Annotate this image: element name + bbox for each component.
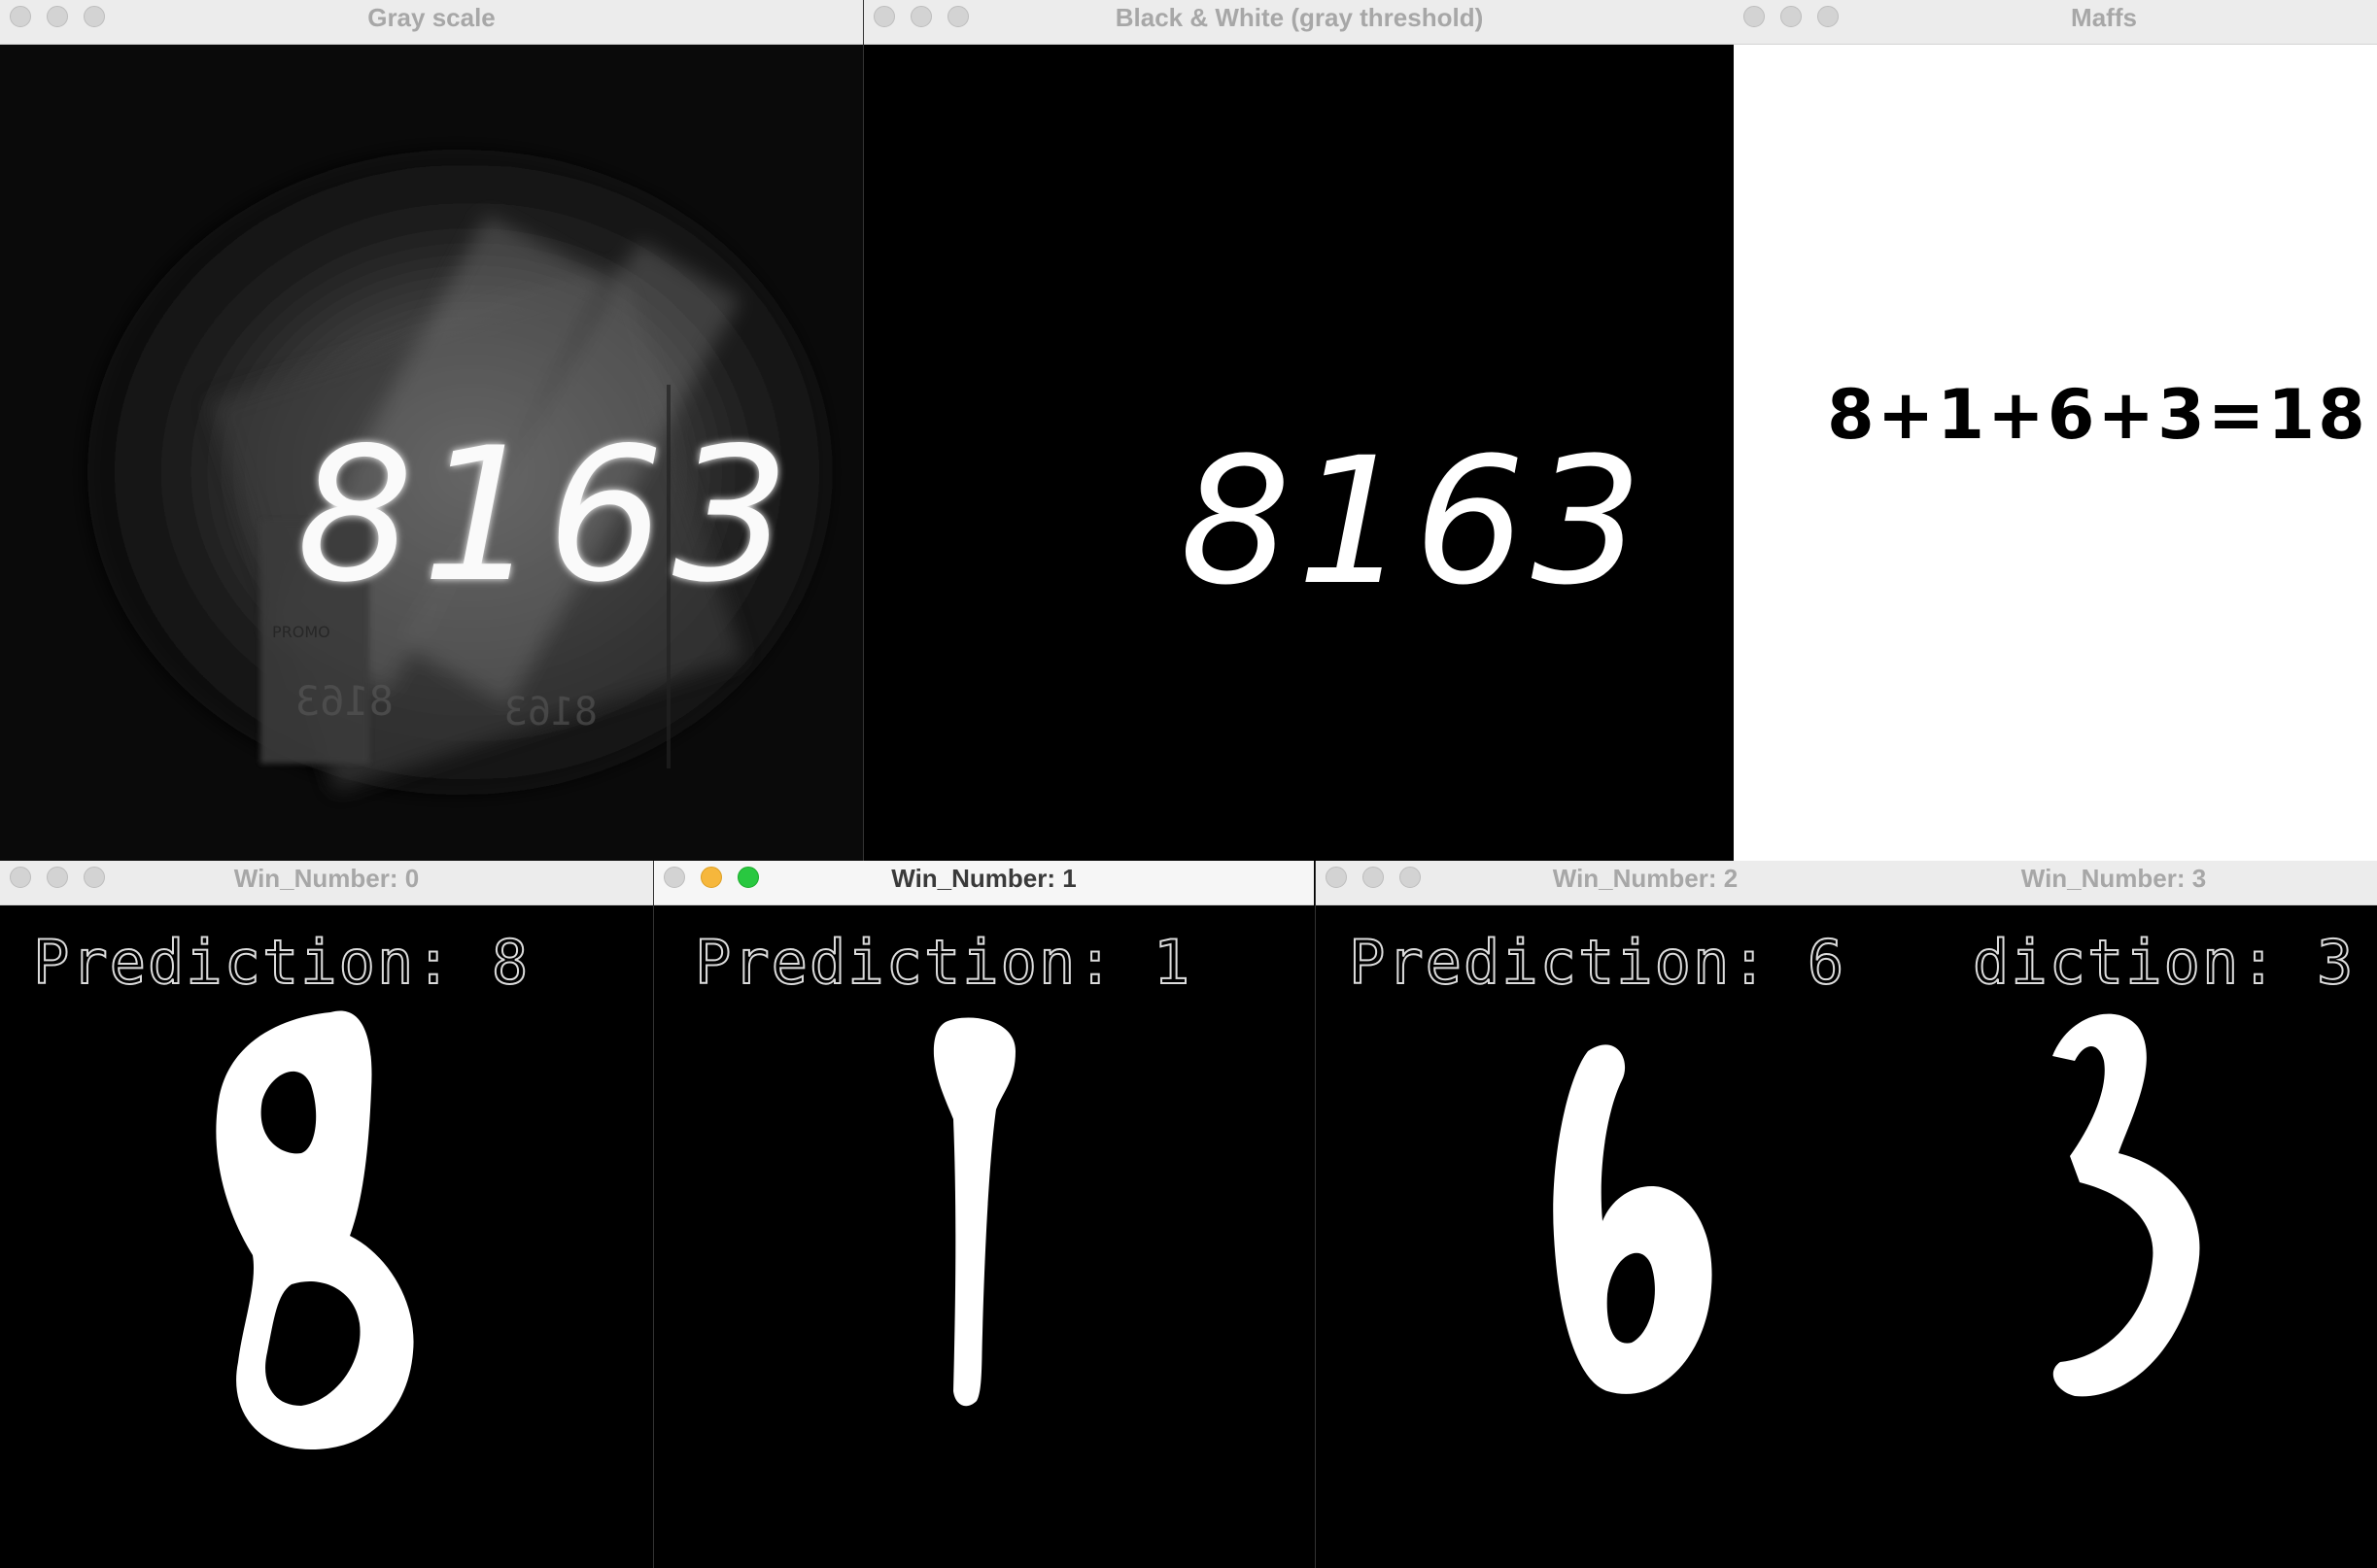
- window-title: Black & White (gray threshold): [1115, 3, 1484, 32]
- window-title: Win_Number: 0: [233, 864, 420, 893]
- digit-canvas: Prediction: 8: [0, 905, 653, 1568]
- gray-scale-image: PROMO 8163 8163 8163: [0, 45, 863, 861]
- titlebar[interactable]: Win_Number: 2: [1316, 861, 1975, 905]
- window-title: Gray scale: [367, 3, 496, 32]
- titlebar[interactable]: Win_Number: 1: [654, 861, 1314, 905]
- digit-8-shape: [216, 1010, 414, 1449]
- window-title: Maffs: [2071, 3, 2137, 32]
- titlebar[interactable]: Win_Number: 0: [0, 861, 653, 905]
- label-text: PROMO: [272, 623, 330, 641]
- titlebar[interactable]: Black & White (gray threshold): [864, 0, 1735, 45]
- window-win-number-1: Win_Number: 1 Prediction: 1: [653, 861, 1314, 1568]
- digit-1-shape: [933, 1017, 1016, 1407]
- handwritten-number: 8163: [296, 408, 798, 623]
- bw-image: 8163: [864, 45, 1735, 861]
- titlebar[interactable]: Maffs: [1734, 0, 2377, 45]
- digit-canvas: Prediction: 6: [1316, 905, 1975, 1568]
- threshold-number: 8163: [1180, 421, 1648, 624]
- window-maffs: Maffs 8+1+6+3=18: [1734, 0, 2377, 861]
- digit-canvas: Prediction: 1: [654, 905, 1314, 1568]
- window-title: Win_Number: 1: [891, 864, 1077, 893]
- equation-text: 8+1+6+3=18: [1827, 375, 2368, 455]
- window-bw-threshold: Black & White (gray threshold) 8163: [863, 0, 1735, 861]
- window-win-number-2: Win_Number: 2 Prediction: 6: [1315, 861, 1975, 1568]
- titlebar[interactable]: Gray scale: [0, 0, 863, 45]
- window-win-number-0: Win_Number: 0 Prediction: 8: [0, 861, 653, 1568]
- digit-3-shape: [2052, 1013, 2200, 1397]
- maffs-canvas: 8+1+6+3=18: [1734, 45, 2377, 861]
- reflection-text-1: 8163: [295, 677, 394, 725]
- reflection-text-2: 8163: [504, 690, 598, 734]
- window-gray-scale: Gray scale PROMO 8163 8163 8163: [0, 0, 863, 861]
- window-title: Win_Number: 2: [1552, 864, 1739, 893]
- digit-6-shape: [1553, 1044, 1712, 1394]
